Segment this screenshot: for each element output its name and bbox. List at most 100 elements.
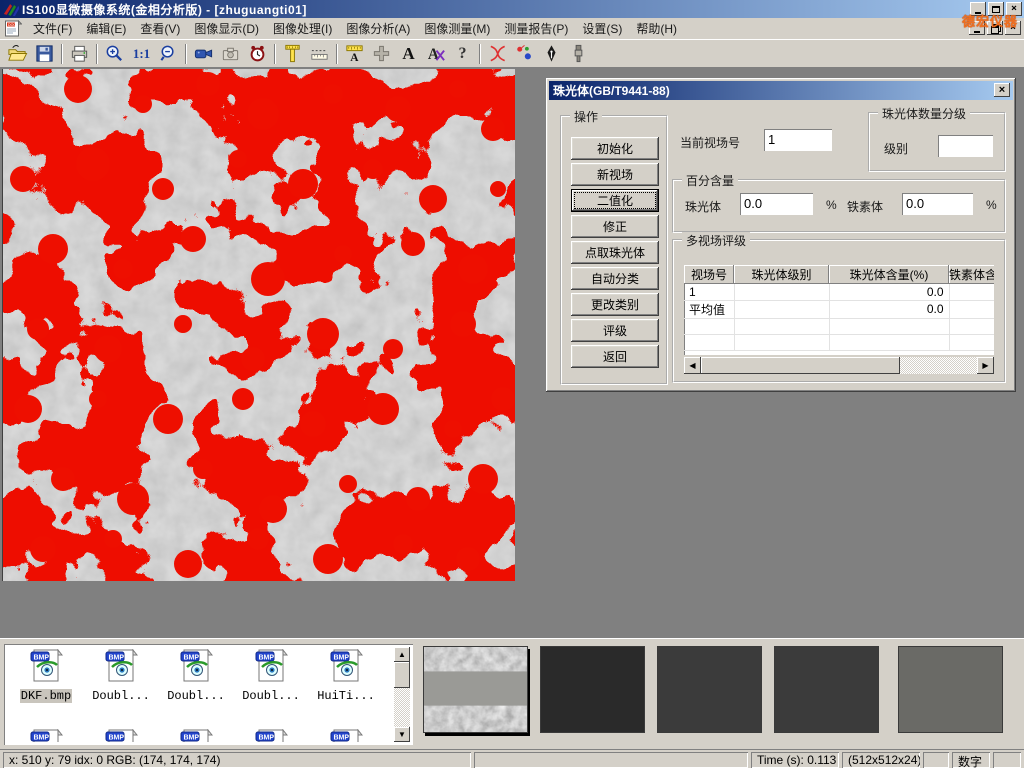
menu-image-process[interactable]: 图像处理(I) xyxy=(266,17,339,40)
cell[interactable]: 0.0 xyxy=(829,284,949,300)
cell[interactable] xyxy=(734,300,829,318)
change-class-button[interactable]: 更改类别 xyxy=(571,293,659,316)
ferrite-input[interactable]: 0.0 xyxy=(902,193,973,215)
cell[interactable]: 平均值 xyxy=(684,300,734,318)
col-field-number[interactable]: 视场号 xyxy=(684,265,734,284)
col-pearlite-content[interactable]: 珠光体含量(%) xyxy=(829,265,949,284)
menu-file[interactable]: 文件(F) xyxy=(26,17,79,40)
text-style-button[interactable]: A xyxy=(423,42,448,65)
timer-button[interactable] xyxy=(245,42,270,65)
rating-table[interactable]: 视场号 珠光体级别 珠光体含量(%) 铁素体含量(%) 1 0.0 xyxy=(684,265,994,355)
pen-button[interactable] xyxy=(539,42,564,65)
pick-pearlite-button[interactable]: 点取珠光体 xyxy=(571,241,659,264)
pearlite-input[interactable]: 0.0 xyxy=(740,193,813,215)
thumbnail-5[interactable] xyxy=(898,646,1003,733)
scroll-left-arrow[interactable]: ◀ xyxy=(684,357,701,374)
file-item[interactable]: BMPHuiTi... xyxy=(309,649,383,703)
file-name[interactable]: Doubl... xyxy=(166,689,226,703)
caliper-button[interactable] xyxy=(280,42,305,65)
bmp-file-icon: BMP xyxy=(254,729,288,742)
grade-input[interactable] xyxy=(938,135,993,157)
menu-image-measure[interactable]: 图像测量(M) xyxy=(417,17,497,40)
particle-analysis-button[interactable] xyxy=(512,42,537,65)
file-item[interactable]: BMP xyxy=(234,729,308,742)
file-name[interactable]: Doubl... xyxy=(91,689,151,703)
print-button[interactable] xyxy=(67,42,92,65)
video-capture-button[interactable] xyxy=(191,42,216,65)
new-field-button[interactable]: 新视场 xyxy=(571,163,659,186)
brush-button[interactable] xyxy=(566,42,591,65)
thumbnail-2[interactable] xyxy=(540,646,645,733)
camera-capture-button[interactable] xyxy=(218,42,243,65)
file-item[interactable]: BMPDoubl... xyxy=(84,649,158,703)
file-item[interactable]: BMPDKF.bmp xyxy=(9,649,83,703)
text-button[interactable]: A xyxy=(396,42,421,65)
open-button[interactable] xyxy=(5,42,30,65)
file-item[interactable]: BMPDoubl... xyxy=(234,649,308,703)
save-button[interactable] xyxy=(32,42,57,65)
help-button[interactable]: ? xyxy=(450,42,475,65)
file-item[interactable]: BMP xyxy=(9,729,83,742)
brush-icon xyxy=(568,43,589,64)
file-item[interactable]: BMP xyxy=(159,729,233,742)
auto-classify-button[interactable]: 自动分类 xyxy=(571,267,659,290)
cell[interactable] xyxy=(949,300,994,318)
svg-text:A: A xyxy=(350,52,359,64)
scroll-down-arrow[interactable]: ▼ xyxy=(394,727,410,742)
scroll-right-arrow[interactable]: ▶ xyxy=(977,357,994,374)
col-ferrite-content[interactable]: 铁素体含量(%) xyxy=(949,265,994,284)
zoom-in-button[interactable] xyxy=(102,42,127,65)
status-coordinates: x: 510 y: 79 idx: 0 RGB: (174, 174, 174) xyxy=(3,752,471,768)
scroll-up-arrow[interactable]: ▲ xyxy=(394,647,410,662)
file-item[interactable]: BMP xyxy=(309,729,383,742)
svg-text:BMP: BMP xyxy=(184,735,200,742)
cell[interactable]: 0.0 xyxy=(829,300,949,318)
file-item[interactable]: BMP Doubl... xyxy=(159,649,233,703)
correct-button[interactable]: 修正 xyxy=(571,215,659,238)
file-list-scrollbar[interactable]: ▲ ▼ xyxy=(394,647,410,742)
scroll-track[interactable] xyxy=(701,357,977,374)
thumbnail-3[interactable] xyxy=(657,646,762,733)
curve-measure-button[interactable] xyxy=(485,42,510,65)
init-button[interactable]: 初始化 xyxy=(571,137,659,160)
status-mode: 数字 xyxy=(952,752,990,768)
measure-text-button[interactable]: A xyxy=(342,42,367,65)
return-button[interactable]: 返回 xyxy=(571,345,659,368)
file-list[interactable]: BMPDKF.bmp BMPDoubl... BMPDoubl... BMPDo… xyxy=(4,644,413,745)
ruler-button[interactable] xyxy=(307,42,332,65)
thumbnail-1[interactable] xyxy=(423,646,528,733)
dialog-title-bar[interactable]: 珠光体(GB/T9441-88) × xyxy=(549,81,1013,100)
table-header-row: 视场号 珠光体级别 珠光体含量(%) 铁素体含量(%) xyxy=(684,265,994,284)
menu-edit[interactable]: 编辑(E) xyxy=(79,17,133,40)
file-name[interactable]: HuiTi... xyxy=(316,689,376,703)
table-row: 1 0.0 xyxy=(684,284,994,300)
dialog-close-button[interactable]: × xyxy=(994,83,1010,97)
svg-text:BMP: BMP xyxy=(109,735,125,742)
menu-image-analysis[interactable]: 图像分析(A) xyxy=(339,17,417,40)
cell[interactable] xyxy=(949,284,994,300)
menu-measure-report[interactable]: 测量报告(P) xyxy=(497,17,575,40)
file-item[interactable]: BMP xyxy=(84,729,158,742)
cell[interactable] xyxy=(734,284,829,300)
micrograph-image[interactable] xyxy=(2,69,514,581)
menu-settings[interactable]: 设置(S) xyxy=(575,17,629,40)
thumbnail-4[interactable] xyxy=(774,646,879,733)
binarize-button[interactable]: 二值化 xyxy=(571,189,659,212)
scroll-thumb[interactable] xyxy=(701,357,900,374)
zoom-actual-button[interactable]: 1:1 xyxy=(129,42,154,65)
dialog-title: 珠光体(GB/T9441-88) xyxy=(553,82,670,99)
file-name[interactable]: DKF.bmp xyxy=(20,689,72,703)
menu-view[interactable]: 查看(V) xyxy=(133,17,187,40)
bmp-file-icon: BMP xyxy=(179,649,213,685)
menu-help[interactable]: 帮助(H) xyxy=(629,17,684,40)
scroll-thumb[interactable] xyxy=(394,662,410,688)
zoom-out-button[interactable] xyxy=(156,42,181,65)
cell[interactable]: 1 xyxy=(684,284,734,300)
file-name[interactable]: Doubl... xyxy=(241,689,301,703)
table-horizontal-scrollbar[interactable]: ◀ ▶ xyxy=(684,357,994,374)
menu-image-display[interactable]: 图像显示(D) xyxy=(187,17,266,40)
move-cross-button[interactable] xyxy=(369,42,394,65)
current-field-input[interactable]: 1 xyxy=(764,129,832,151)
rate-button[interactable]: 评级 xyxy=(571,319,659,342)
col-pearlite-grade[interactable]: 珠光体级别 xyxy=(734,265,829,284)
